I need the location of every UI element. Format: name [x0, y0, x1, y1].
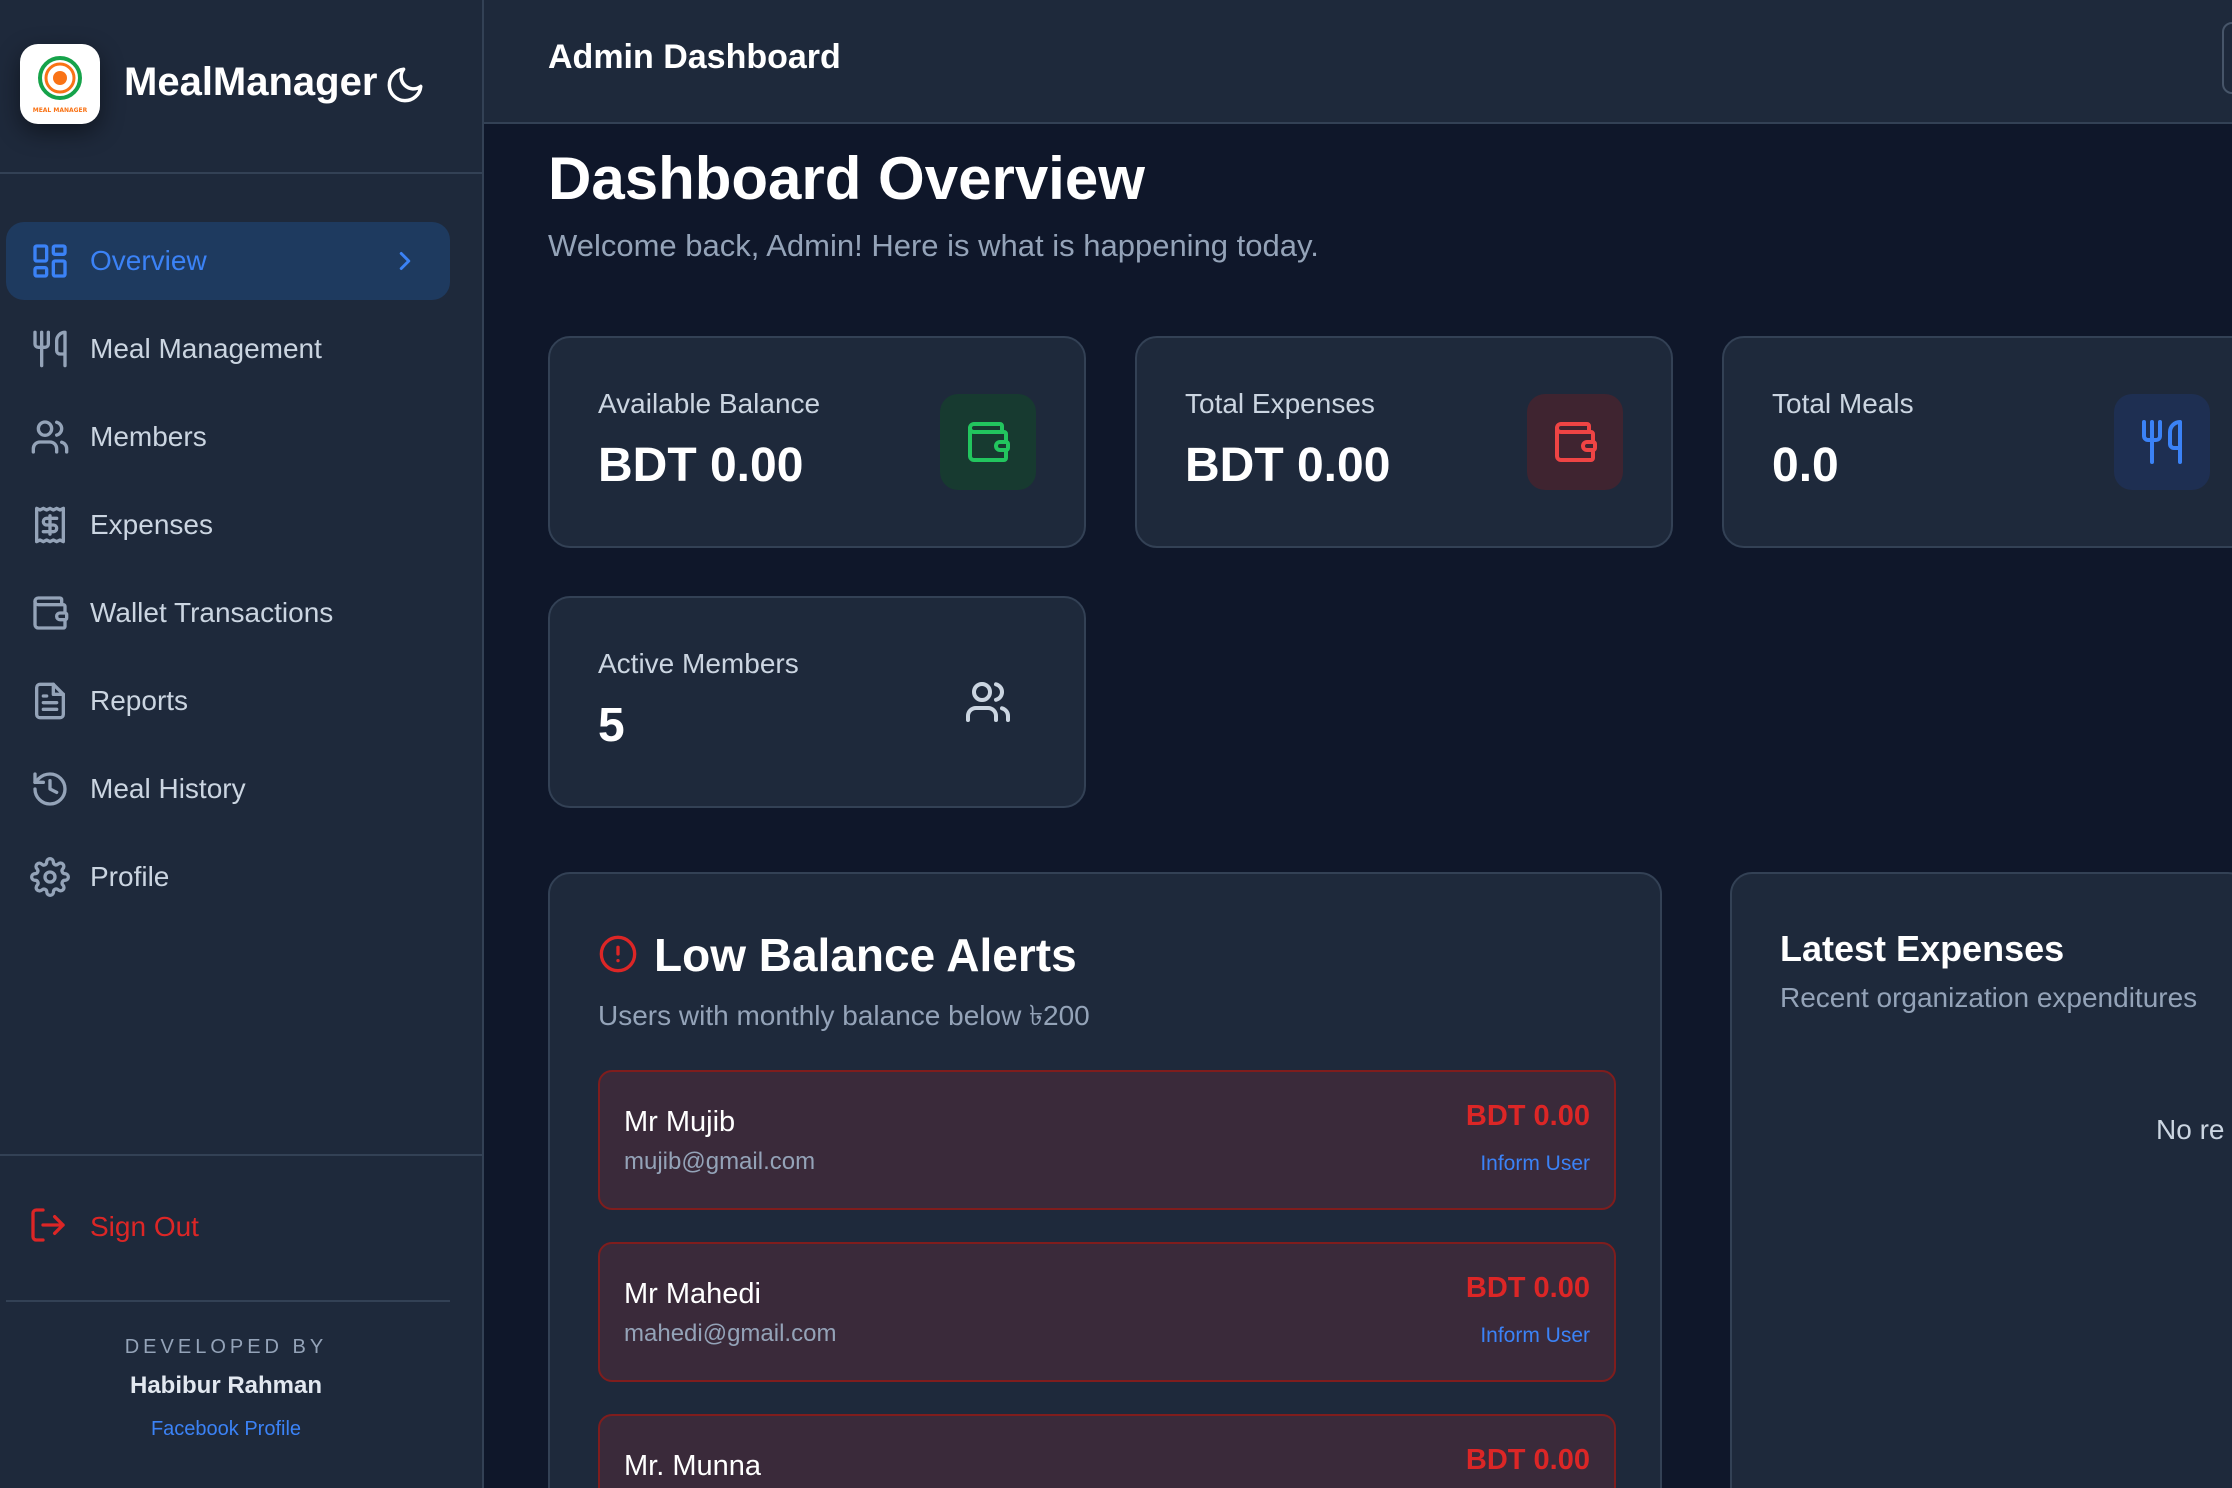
balance-amount: BDT 0.00	[1465, 1100, 1590, 1132]
balance-amount: BDT 0.00	[1465, 1272, 1590, 1304]
developer-name: Habibur Rahman	[129, 1372, 323, 1399]
sidebar-item-label: Wallet Transactions	[90, 597, 334, 628]
list-item: Mr Mahedi mahedi@gmail.com BDT 0.00 Info…	[598, 1242, 1616, 1382]
top-bar: Admin Dashboard	[484, 0, 2232, 124]
panel-subtitle: Users with monthly balance below ৳200	[598, 1000, 1090, 1031]
sidebar-item-label: Members	[90, 421, 207, 452]
users-icon	[940, 654, 1036, 750]
list-item: Mr Mujib mujib@gmail.com BDT 0.00 Inform…	[598, 1070, 1616, 1210]
receipt-icon	[28, 503, 72, 547]
wallet-icon	[28, 591, 72, 635]
alert-circle-icon	[598, 934, 638, 974]
sidebar-item-label: Reports	[90, 685, 189, 716]
stat-value: 5	[598, 699, 625, 752]
sidebar-item-label: Meal Management	[90, 333, 322, 364]
stat-value: BDT 0.00	[1185, 439, 1391, 492]
sidebar-item-expenses[interactable]: Expenses	[6, 486, 450, 564]
developed-by-label: DEVELOPED BY	[124, 1336, 328, 1358]
history-icon	[28, 767, 72, 811]
users-icon	[28, 415, 72, 459]
stat-card-available-balance: Available Balance BDT 0.00	[548, 336, 1086, 548]
inform-user-link[interactable]: Inform User	[1480, 1152, 1590, 1176]
sidebar-item-meal-management[interactable]: Meal Management	[6, 310, 450, 388]
developer-divider	[6, 1300, 450, 1302]
sidebar-item-reports[interactable]: Reports	[6, 662, 450, 740]
grid-icon	[28, 239, 72, 283]
panel-subtitle: Recent organization expenditures	[1780, 982, 2198, 1013]
low-balance-alerts-panel: Low Balance Alerts Users with monthly ba…	[548, 872, 1662, 1488]
sidebar-divider	[0, 1154, 482, 1156]
utensils-icon	[28, 327, 72, 371]
sidebar: MEAL MANAGER MealManager Overview Meal M…	[0, 0, 484, 1488]
sidebar-item-label: Meal History	[90, 773, 246, 804]
sidebar-item-label: Profile	[90, 861, 170, 892]
user-email: mujib@gmail.com	[624, 1148, 816, 1175]
empty-state-text: No re	[2156, 1114, 2225, 1145]
stat-label: Total Expenses	[1185, 388, 1375, 419]
brand-area: MEAL MANAGER MealManager	[0, 0, 482, 174]
list-item: Mr. Munna BDT 0.00	[598, 1414, 1616, 1488]
logo-text: MEAL MANAGER	[33, 107, 88, 114]
panel-title: Low Balance Alerts	[654, 929, 1077, 981]
user-name: Mr. Munna	[624, 1450, 761, 1482]
stat-value: 0.0	[1772, 439, 1839, 492]
balance-amount: BDT 0.00	[1465, 1444, 1590, 1476]
stat-card-total-meals: Total Meals 0.0	[1722, 336, 2232, 548]
main-content: Dashboard Overview Welcome back, Admin! …	[484, 124, 2232, 1488]
stat-label: Total Meals	[1772, 388, 1914, 419]
facebook-profile-link[interactable]: Facebook Profile	[0, 1418, 452, 1441]
file-text-icon	[28, 679, 72, 723]
stat-card-active-members: Active Members 5	[548, 596, 1086, 808]
header-action-button[interactable]	[2222, 22, 2232, 94]
wallet-icon	[940, 394, 1036, 490]
app-logo[interactable]: MEAL MANAGER	[20, 44, 100, 124]
inform-user-link[interactable]: Inform User	[1480, 1324, 1590, 1348]
log-out-icon	[28, 1205, 72, 1249]
latest-expenses-panel: Latest Expenses Recent organization expe…	[1730, 872, 2232, 1488]
stat-label: Available Balance	[598, 388, 821, 419]
app-root: MEAL MANAGER MealManager Overview Meal M…	[0, 0, 2232, 1488]
panel-title: Latest Expenses	[1780, 928, 2065, 969]
sidebar-item-meal-history[interactable]: Meal History	[6, 750, 450, 828]
utensils-icon	[2114, 394, 2210, 490]
sign-out-button[interactable]: Sign Out	[6, 1188, 450, 1266]
sidebar-item-members[interactable]: Members	[6, 398, 450, 476]
header-title: Admin Dashboard	[548, 38, 841, 76]
sidebar-item-wallet-transactions[interactable]: Wallet Transactions	[6, 574, 450, 652]
user-email: mahedi@gmail.com	[624, 1320, 837, 1347]
page-subtitle: Welcome back, Admin! Here is what is hap…	[548, 228, 1319, 263]
sidebar-item-overview[interactable]: Overview	[6, 222, 450, 300]
sign-out-label: Sign Out	[90, 1211, 199, 1242]
moon-icon[interactable]	[384, 64, 426, 106]
sidebar-item-profile[interactable]: Profile	[6, 838, 450, 916]
sidebar-item-label: Overview	[90, 245, 207, 276]
sidebar-item-label: Expenses	[90, 509, 213, 540]
stat-card-total-expenses: Total Expenses BDT 0.00	[1135, 336, 1673, 548]
stat-value: BDT 0.00	[598, 439, 804, 492]
page-title: Dashboard Overview	[548, 145, 1145, 212]
settings-icon	[28, 855, 72, 899]
app-name: MealManager	[124, 60, 378, 104]
wallet-icon	[1527, 394, 1623, 490]
user-name: Mr Mahedi	[624, 1278, 761, 1310]
user-name: Mr Mujib	[624, 1106, 736, 1138]
chevron-right-icon	[390, 246, 420, 276]
stat-label: Active Members	[598, 648, 799, 679]
